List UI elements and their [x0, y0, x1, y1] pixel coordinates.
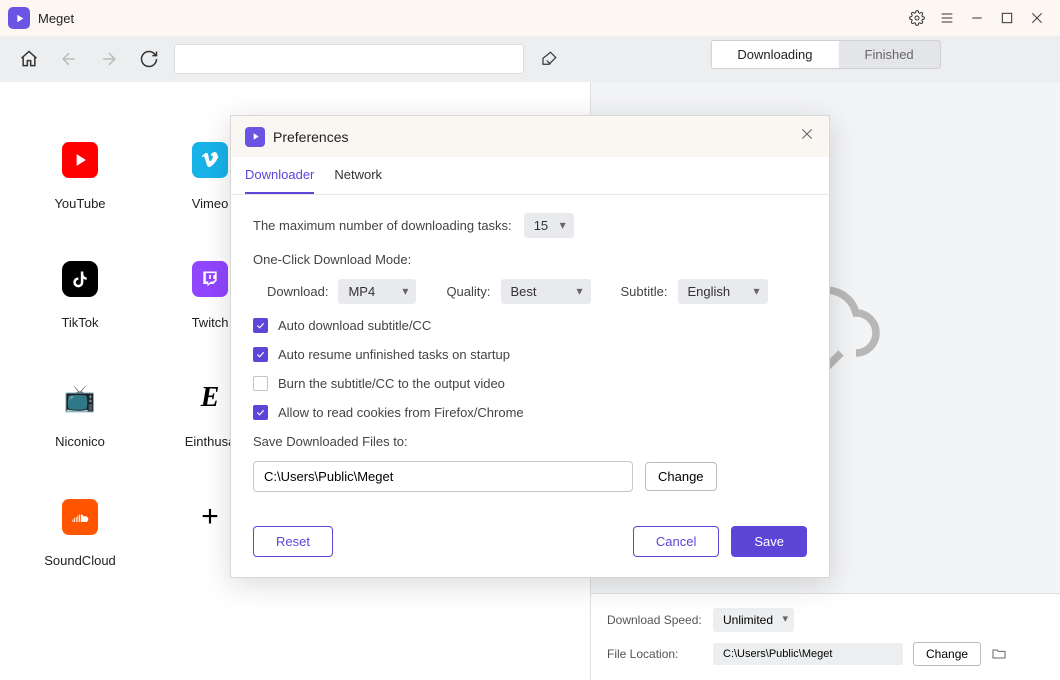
subtitle-label: Subtitle:	[621, 284, 668, 299]
maximize-button[interactable]	[992, 3, 1022, 33]
site-label: YouTube	[54, 196, 105, 211]
site-label: TikTok	[61, 315, 98, 330]
site-label: Vimeo	[192, 196, 229, 211]
change-location-button[interactable]: Change	[913, 642, 981, 666]
back-icon[interactable]	[54, 44, 84, 74]
modal-footer: Reset Cancel Save	[231, 510, 829, 577]
right-footer: Download Speed: Unlimited File Location:…	[591, 593, 1060, 680]
modal-close-icon[interactable]	[799, 126, 815, 147]
tab-network[interactable]: Network	[334, 157, 382, 194]
max-tasks-select[interactable]: 15	[524, 213, 574, 238]
settings-icon[interactable]	[902, 3, 932, 33]
site-youtube[interactable]: YouTube	[20, 142, 140, 211]
einthusan-icon: E	[192, 380, 228, 416]
change-path-button[interactable]: Change	[645, 462, 717, 491]
url-input[interactable]	[174, 44, 524, 74]
twitch-icon	[192, 261, 228, 297]
quality-select[interactable]: Best	[501, 279, 591, 304]
app-logo	[8, 7, 30, 29]
site-label: Einthusa	[185, 434, 236, 449]
chk-auto-subtitle-label: Auto download subtitle/CC	[278, 318, 431, 333]
minimize-button[interactable]	[962, 3, 992, 33]
home-icon[interactable]	[14, 44, 44, 74]
vimeo-icon	[192, 142, 228, 178]
reload-icon[interactable]	[134, 44, 164, 74]
modal-body: The maximum number of downloading tasks:…	[231, 195, 829, 510]
youtube-icon	[62, 142, 98, 178]
download-label: Download:	[267, 284, 328, 299]
location-input[interactable]	[713, 643, 903, 665]
oneclick-title: One-Click Download Mode:	[253, 252, 807, 267]
tiktok-icon	[62, 261, 98, 297]
plus-icon: +	[192, 499, 228, 535]
modal-header: Preferences	[231, 116, 829, 157]
download-format-select[interactable]: MP4	[338, 279, 416, 304]
menu-icon[interactable]	[932, 3, 962, 33]
soundcloud-icon	[62, 499, 98, 535]
site-soundcloud[interactable]: SoundCloud	[20, 499, 140, 568]
preferences-modal: Preferences Downloader Network The maxim…	[230, 115, 830, 578]
speed-label: Download Speed:	[607, 613, 703, 627]
tab-downloader[interactable]: Downloader	[245, 157, 314, 194]
right-tabs: Downloading Finished	[710, 40, 940, 69]
save-button[interactable]: Save	[731, 526, 807, 557]
site-tiktok[interactable]: TikTok	[20, 261, 140, 330]
save-path-input[interactable]	[253, 461, 633, 492]
speed-select[interactable]: Unlimited	[713, 608, 794, 632]
clear-icon[interactable]	[534, 44, 564, 74]
niconico-icon: 📺	[62, 380, 98, 416]
modal-tabs: Downloader Network	[231, 157, 829, 195]
site-label	[208, 553, 212, 568]
chk-read-cookies[interactable]	[253, 405, 268, 420]
reset-button[interactable]: Reset	[253, 526, 333, 557]
cancel-button[interactable]: Cancel	[633, 526, 719, 557]
site-label: Twitch	[192, 315, 229, 330]
app-title: Meget	[38, 11, 74, 26]
chk-burn-subtitle-label: Burn the subtitle/CC to the output video	[278, 376, 505, 391]
forward-icon[interactable]	[94, 44, 124, 74]
chk-read-cookies-label: Allow to read cookies from Firefox/Chrom…	[278, 405, 524, 420]
close-button[interactable]	[1022, 3, 1052, 33]
site-niconico[interactable]: 📺 Niconico	[20, 380, 140, 449]
location-label: File Location:	[607, 647, 703, 661]
chk-auto-resume-label: Auto resume unfinished tasks on startup	[278, 347, 510, 362]
max-tasks-label: The maximum number of downloading tasks:	[253, 218, 512, 233]
titlebar: Meget	[0, 0, 1060, 36]
folder-icon[interactable]	[991, 646, 1007, 662]
modal-title: Preferences	[273, 129, 348, 145]
tab-downloading[interactable]: Downloading	[711, 41, 838, 68]
chk-burn-subtitle[interactable]	[253, 376, 268, 391]
tab-finished[interactable]: Finished	[839, 41, 940, 68]
modal-logo	[245, 127, 265, 147]
save-to-label: Save Downloaded Files to:	[253, 434, 807, 449]
site-label: Niconico	[55, 434, 105, 449]
site-label: SoundCloud	[44, 553, 116, 568]
chk-auto-resume[interactable]	[253, 347, 268, 362]
quality-label: Quality:	[446, 284, 490, 299]
subtitle-select[interactable]: English	[678, 279, 768, 304]
chk-auto-subtitle[interactable]	[253, 318, 268, 333]
